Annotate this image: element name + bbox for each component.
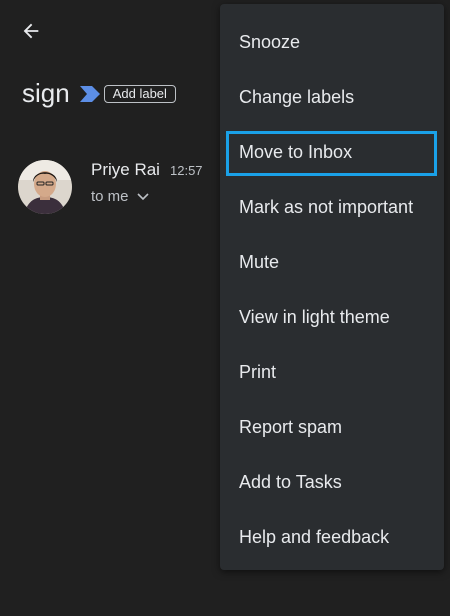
sender-name: Priye Rai [91, 160, 160, 179]
menu-item-add-to-tasks[interactable]: Add to Tasks [220, 455, 444, 510]
menu-item-view-light-theme[interactable]: View in light theme [220, 290, 444, 345]
menu-item-help-feedback[interactable]: Help and feedback [220, 510, 444, 565]
menu-item-change-labels[interactable]: Change labels [220, 70, 444, 125]
email-subject: sign [22, 78, 70, 108]
chevron-down-icon [136, 193, 149, 201]
back-button[interactable] [14, 14, 48, 48]
important-marker-icon[interactable] [79, 86, 100, 102]
email-view-screen: sign Add label Priye Rai 12:57 to me Sno… [0, 0, 450, 616]
menu-item-mute[interactable]: Mute [220, 235, 444, 290]
email-subject-row: sign Add label [22, 76, 176, 110]
menu-item-mark-not-important[interactable]: Mark as not important [220, 180, 444, 235]
menu-item-print[interactable]: Print [220, 345, 444, 400]
sent-time: 12:57 [170, 163, 203, 178]
menu-item-snooze[interactable]: Snooze [220, 15, 444, 70]
menu-item-report-spam[interactable]: Report spam [220, 400, 444, 455]
arrow-back-icon [23, 23, 39, 39]
recipient-details-toggle[interactable]: to me [91, 187, 149, 207]
sender-avatar[interactable] [18, 160, 72, 214]
overflow-menu: Snooze Change labels Move to Inbox Mark … [220, 4, 444, 570]
add-label-button[interactable]: Add label [103, 85, 176, 103]
recipient-label: to me [91, 188, 129, 205]
menu-item-move-to-inbox[interactable]: Move to Inbox [220, 125, 444, 180]
